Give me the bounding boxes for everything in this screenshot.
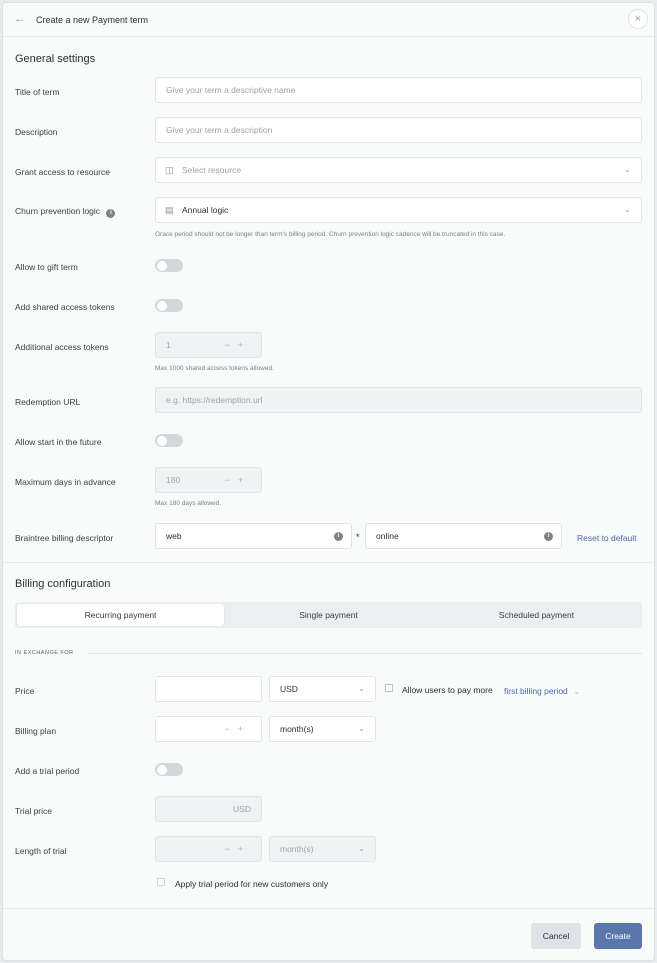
description-input[interactable]: Give your term a description — [155, 117, 642, 143]
create-button[interactable]: Create — [594, 923, 642, 949]
tab-single-payment[interactable]: Single payment — [225, 604, 432, 626]
redemption-url-input[interactable]: e.g. https://redemption.url — [155, 387, 642, 413]
chevron-down-icon: ⌄ — [624, 205, 631, 214]
resource-placeholder: Select resource — [182, 165, 242, 175]
info-icon[interactable]: i — [334, 532, 343, 541]
max-days-hint: Max 180 days allowed. — [155, 500, 222, 507]
box-icon: ◫ — [165, 165, 174, 175]
chevron-down-icon: ⌄ — [358, 844, 365, 853]
braintree-part2-input[interactable]: online i — [365, 523, 562, 549]
section-divider — [3, 562, 654, 563]
price-input[interactable] — [155, 676, 262, 702]
currency-select[interactable]: USD ⌄ — [269, 676, 376, 702]
trial-unit-select[interactable]: month(s) ⌄ — [269, 836, 376, 862]
future-start-label: Allow start in the future — [15, 437, 102, 447]
max-days-label: Maximum days in advance — [15, 477, 116, 487]
churn-label: Churn prevention logic i — [15, 206, 116, 218]
trial-toggle[interactable] — [155, 763, 183, 776]
info-icon[interactable]: i — [544, 532, 553, 541]
info-icon[interactable]: i — [106, 209, 116, 218]
billing-plan-label: Billing plan — [15, 726, 57, 736]
tab-scheduled-payment[interactable]: Scheduled payment — [433, 604, 640, 626]
in-exchange-for-heading: IN EXCHANGE FOR — [15, 650, 74, 656]
max-days-value: 180 — [166, 475, 181, 485]
trial-unit-value: month(s) — [280, 844, 314, 854]
tab-recurring-payment[interactable]: Recurring payment — [17, 604, 224, 626]
trial-label: Add a trial period — [15, 766, 80, 776]
stepper-buttons[interactable]: −+ — [224, 333, 251, 357]
shared-tokens-toggle[interactable] — [155, 299, 183, 312]
first-billing-period-dropdown[interactable]: first billing period ⌄ — [504, 686, 580, 697]
trial-price-currency: USD — [233, 804, 251, 814]
braintree-part2-value: online — [376, 531, 399, 541]
chevron-down-icon: ⌄ — [358, 684, 365, 693]
description-label: Description — [15, 127, 58, 137]
trial-price-input[interactable]: USD — [155, 796, 262, 822]
churn-hint: Grace period should not be longer than t… — [155, 231, 506, 238]
cancel-button[interactable]: Cancel — [531, 923, 581, 949]
stepper-buttons[interactable]: −+ — [224, 468, 251, 492]
allow-pay-more-label: Allow users to pay more — [402, 685, 493, 695]
redemption-url-label: Redemption URL — [15, 397, 81, 407]
churn-label-text: Churn prevention logic — [15, 206, 101, 216]
additional-tokens-value: 1 — [166, 340, 171, 350]
modal-title: Create a new Payment term — [36, 15, 149, 25]
currency-value: USD — [280, 684, 298, 694]
trial-price-label: Trial price — [15, 806, 52, 816]
price-label: Price — [15, 686, 35, 696]
modal-footer: Cancel Create — [3, 908, 654, 960]
future-start-toggle[interactable] — [155, 434, 183, 447]
stepper-buttons[interactable]: −+ — [224, 717, 251, 741]
gift-label: Allow to gift term — [15, 262, 78, 272]
billing-unit-select[interactable]: month(s) ⌄ — [269, 716, 376, 742]
billing-unit-value: month(s) — [280, 724, 314, 734]
trial-length-stepper[interactable]: −+ — [155, 836, 262, 862]
resource-label: Grant access to resource — [15, 167, 110, 177]
payment-type-tabs: Recurring payment Single payment Schedul… — [15, 602, 642, 628]
close-icon[interactable]: × — [628, 9, 648, 29]
chevron-down-icon: ⌄ — [573, 686, 581, 696]
modal-header: ← Create a new Payment term × — [3, 3, 654, 37]
additional-tokens-hint: Max 1000 shared access tokens allowed. — [155, 365, 274, 372]
title-of-term-label: Title of term — [15, 87, 60, 97]
braintree-part1-input[interactable]: web i — [155, 523, 352, 549]
billing-plan-stepper[interactable]: −+ — [155, 716, 262, 742]
general-settings-title: General settings — [15, 53, 96, 65]
first-billing-period-text: first billing period — [504, 686, 568, 696]
arrow-left-icon[interactable]: ← — [14, 13, 26, 25]
gift-toggle[interactable] — [155, 259, 183, 272]
heading-rule — [87, 653, 642, 654]
new-customers-only-checkbox[interactable] — [157, 878, 165, 886]
max-days-stepper[interactable]: 180 −+ — [155, 467, 262, 493]
trial-length-label: Length of trial — [15, 846, 67, 856]
braintree-separator: * — [356, 532, 360, 542]
stepper-buttons[interactable]: −+ — [224, 837, 251, 861]
churn-value: Annual logic — [182, 205, 229, 215]
card-icon: ▤ — [165, 205, 174, 215]
additional-tokens-stepper[interactable]: 1 −+ — [155, 332, 262, 358]
braintree-label: Braintree billing descriptor — [15, 533, 114, 543]
chevron-down-icon: ⌄ — [358, 724, 365, 733]
chevron-down-icon: ⌄ — [624, 165, 631, 174]
billing-configuration-title: Billing configuration — [15, 578, 111, 590]
new-customers-only-label: Apply trial period for new customers onl… — [175, 879, 329, 889]
title-of-term-input[interactable]: Give your term a descriptive name — [155, 77, 642, 103]
reset-to-default-link[interactable]: Reset to default — [577, 533, 637, 543]
resource-select[interactable]: ◫ Select resource ⌄ — [155, 157, 642, 183]
churn-select[interactable]: ▤ Annual logic ⌄ — [155, 197, 642, 223]
braintree-part1-value: web — [166, 531, 182, 541]
payment-term-modal: ← Create a new Payment term × General se… — [2, 2, 655, 961]
shared-tokens-label: Add shared access tokens — [15, 302, 115, 312]
allow-pay-more-checkbox[interactable] — [385, 684, 393, 692]
additional-tokens-label: Additional access tokens — [15, 342, 109, 352]
